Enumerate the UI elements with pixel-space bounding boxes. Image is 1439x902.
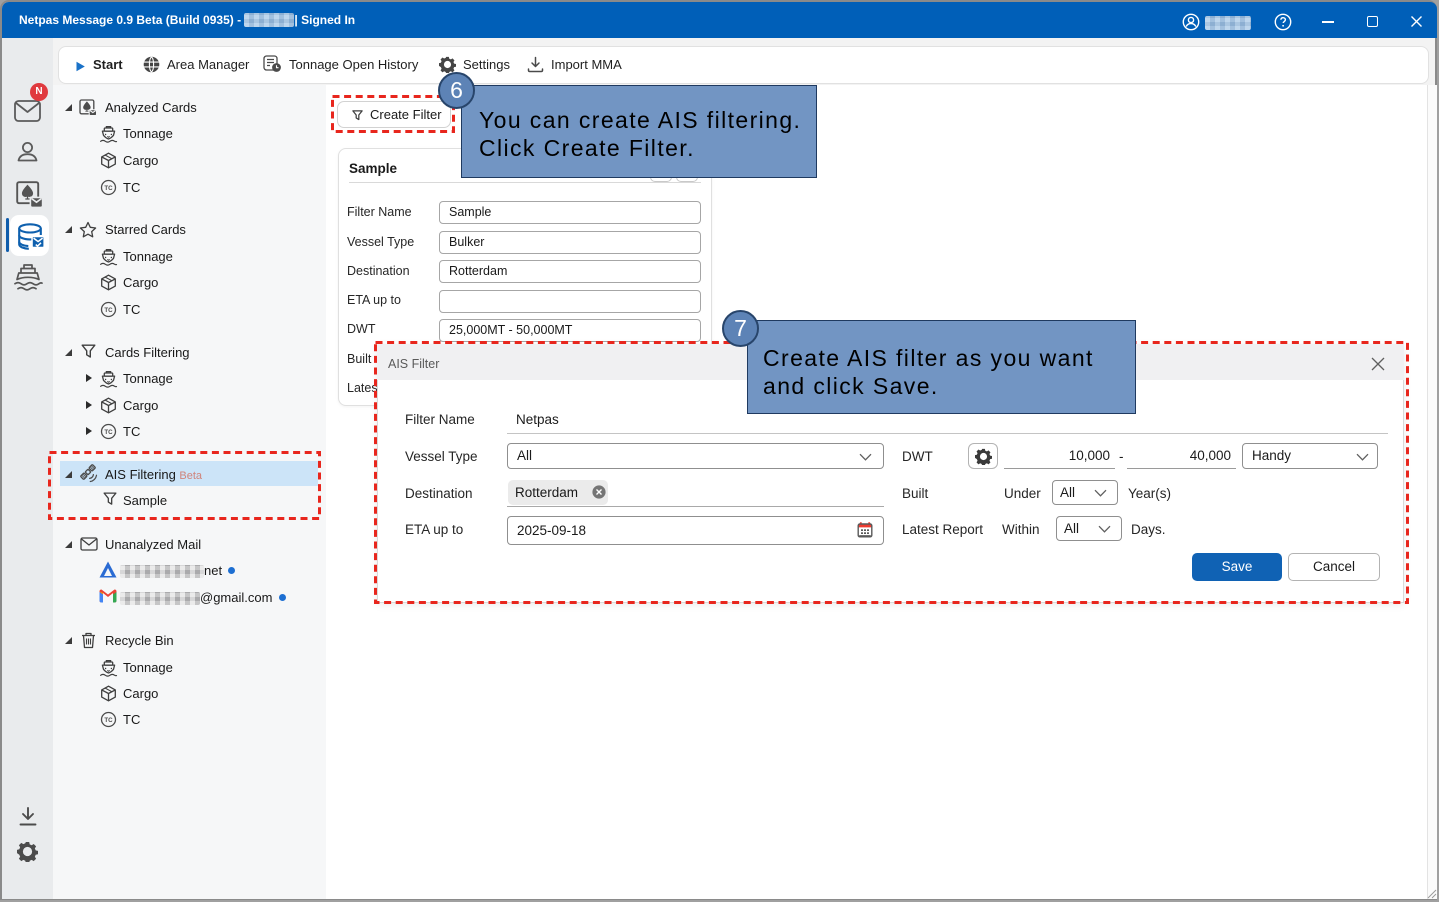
svg-text:TC: TC [104, 717, 113, 724]
svg-text:TC: TC [104, 307, 113, 314]
svg-text:TC: TC [104, 429, 113, 436]
svg-text:TC: TC [104, 185, 113, 192]
